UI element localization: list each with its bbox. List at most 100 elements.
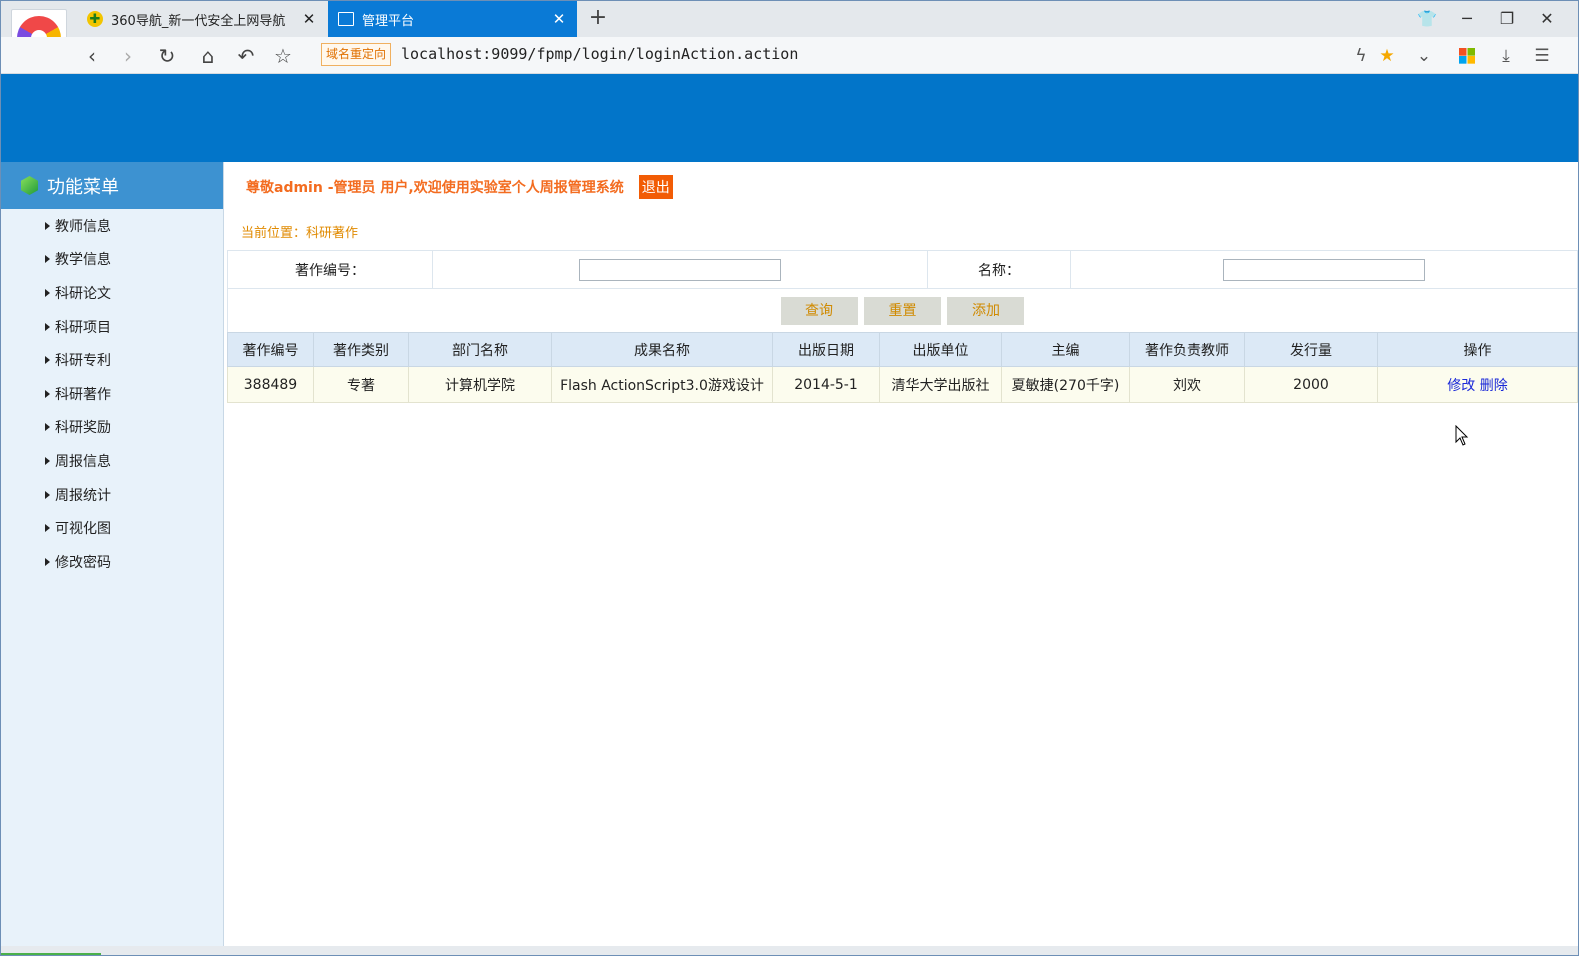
query-button[interactable]: 查询 xyxy=(780,296,858,325)
sidebar-item-label: 修改密码 xyxy=(55,554,111,571)
table-cell: 专著 xyxy=(313,366,409,403)
button-row: 查询 重置 添加 xyxy=(227,288,1578,333)
arrow-right-icon xyxy=(45,356,50,365)
chevron-down-icon[interactable]: ⌄ xyxy=(1411,43,1437,69)
column-header: 操作 xyxy=(1377,332,1578,367)
mouse-cursor-icon xyxy=(1455,425,1469,446)
delete-link[interactable]: 删除 xyxy=(1480,378,1508,394)
tab-title: 管理平台 xyxy=(362,13,415,29)
bookmark-star-icon[interactable]: ★ xyxy=(1374,43,1400,69)
column-header: 出版日期 xyxy=(772,332,880,367)
sidebar: 功能菜单 教师信息 教学信息 科研论文 科研项目 科研专利 科研著作 科研奖励 … xyxy=(1,162,224,946)
undo-icon[interactable]: ↶ xyxy=(232,42,260,70)
name-cell xyxy=(1070,250,1578,289)
name-input[interactable] xyxy=(1223,258,1425,281)
table-cell: Flash ActionScript3.0游戏设计 xyxy=(551,366,773,403)
arrow-right-icon xyxy=(45,456,50,465)
address-toolbar: ‹ › ↻ ⌂ ↶ ☆ 域名重定向 localhost:9099/fpmp/lo… xyxy=(1,37,1578,74)
table-cell: 清华大学出版社 xyxy=(879,366,1002,403)
sidebar-item-research-papers[interactable]: 科研论文 xyxy=(1,276,223,310)
sidebar-item-weekly-report-info[interactable]: 周报信息 xyxy=(1,444,223,478)
welcome-text: 尊敬admin -管理员 用户,欢迎使用实验室个人周报管理系统 xyxy=(246,180,624,196)
table-cell: 计算机学院 xyxy=(408,366,552,403)
domain-redirect-badge[interactable]: 域名重定向 xyxy=(321,43,392,66)
cube-icon xyxy=(21,176,38,195)
table-cell: 夏敏捷(270千字) xyxy=(1001,366,1130,403)
page-header-banner xyxy=(1,74,1578,162)
main-content: 尊敬admin -管理员 用户,欢迎使用实验室个人周报管理系统 退出 当前位置：… xyxy=(225,162,1578,946)
tab-admin-platform[interactable]: 管理平台 ✕ xyxy=(328,1,577,37)
sidebar-item-label: 教学信息 xyxy=(55,252,111,269)
arrow-right-icon xyxy=(45,490,50,499)
favorite-star-icon[interactable]: ☆ xyxy=(269,42,297,70)
arrow-right-icon xyxy=(45,524,50,533)
sidebar-item-label: 科研项目 xyxy=(55,319,111,336)
download-icon[interactable]: ⤓ xyxy=(1493,43,1519,69)
sidebar-item-teacher-info[interactable]: 教师信息 xyxy=(1,209,223,243)
works-table: 著作编号 著作类别 部门名称 成果名称 出版日期 出版单位 主编 著作负责教师 … xyxy=(227,332,1578,403)
back-icon[interactable]: ‹ xyxy=(78,42,106,70)
refresh-icon[interactable]: ↻ xyxy=(153,42,181,70)
nav360-icon: ✚ xyxy=(87,11,103,27)
column-header: 部门名称 xyxy=(408,332,552,367)
arrow-right-icon xyxy=(45,221,50,230)
table-cell: 388489 xyxy=(227,366,314,403)
sidebar-item-change-password[interactable]: 修改密码 xyxy=(1,545,223,579)
status-bar xyxy=(1,946,1578,955)
arrow-right-icon xyxy=(45,389,50,398)
document-icon xyxy=(338,12,354,26)
arrow-right-icon xyxy=(45,288,50,297)
sidebar-title-text: 功能菜单 xyxy=(47,176,119,198)
tab-close-icon[interactable]: ✕ xyxy=(301,10,317,28)
sidebar-item-label: 科研专利 xyxy=(55,353,111,370)
sidebar-item-research-projects[interactable]: 科研项目 xyxy=(1,310,223,344)
sidebar-item-label: 教师信息 xyxy=(55,218,111,235)
new-tab-button[interactable]: + xyxy=(586,5,610,33)
add-button[interactable]: 添加 xyxy=(947,296,1025,325)
arrow-right-icon xyxy=(45,322,50,331)
sidebar-item-label: 周报信息 xyxy=(55,453,111,470)
tab-title: 360导航_新一代安全上网导航 xyxy=(111,13,286,29)
edit-link[interactable]: 修改 xyxy=(1447,378,1475,394)
sidebar-item-weekly-report-stats[interactable]: 周报统计 xyxy=(1,478,223,512)
restore-button[interactable]: ❐ xyxy=(1494,7,1520,31)
tab-360-nav[interactable]: ✚ 360导航_新一代安全上网导航 ✕ xyxy=(77,1,327,37)
home-icon[interactable]: ⌂ xyxy=(194,42,222,70)
column-header: 成果名称 xyxy=(551,332,773,367)
arrow-right-icon xyxy=(45,255,50,264)
lightning-icon[interactable]: ϟ xyxy=(1348,43,1374,69)
url-input[interactable]: localhost:9099/fpmp/login/loginAction.ac… xyxy=(401,45,798,63)
reset-button[interactable]: 重置 xyxy=(864,296,941,325)
name-label: 名称： xyxy=(927,250,1071,289)
table-header-row: 著作编号 著作类别 部门名称 成果名称 出版日期 出版单位 主编 著作负责教师 … xyxy=(227,332,1578,367)
sidebar-item-research-works[interactable]: 科研著作 xyxy=(1,377,223,411)
table-cell: 2000 xyxy=(1244,366,1378,403)
loading-progress xyxy=(1,953,101,955)
table-cell: 刘欢 xyxy=(1129,366,1245,403)
column-header: 出版单位 xyxy=(879,332,1002,367)
sidebar-item-visualization[interactable]: 可视化图 xyxy=(1,511,223,545)
sidebar-title: 功能菜单 xyxy=(1,162,223,209)
sidebar-menu: 教师信息 教学信息 科研论文 科研项目 科研专利 科研著作 科研奖励 周报信息 … xyxy=(1,209,223,579)
actions-cell: 修改 删除 xyxy=(1377,366,1578,403)
search-form: 著作编号： 名称： 查询 重置 添加 xyxy=(227,250,1578,333)
tab-close-icon[interactable]: ✕ xyxy=(551,10,567,28)
arrow-right-icon xyxy=(45,557,50,566)
apps-grid-icon[interactable] xyxy=(1454,43,1480,69)
logout-button[interactable]: 退出 xyxy=(638,175,673,199)
minimize-button[interactable]: ─ xyxy=(1454,7,1480,31)
sidebar-item-teaching-info[interactable]: 教学信息 xyxy=(1,243,223,277)
column-header: 著作负责教师 xyxy=(1129,332,1245,367)
sidebar-item-research-patents[interactable]: 科研专利 xyxy=(1,343,223,377)
column-header: 发行量 xyxy=(1244,332,1378,367)
work-code-input[interactable] xyxy=(579,258,781,281)
tab-bar: ✚ 360导航_新一代安全上网导航 ✕ 管理平台 ✕ + 👕 ─ ❐ ✕ xyxy=(1,1,1578,67)
forward-icon[interactable]: › xyxy=(114,42,142,70)
arrow-right-icon xyxy=(45,423,50,432)
table-cell: 2014-5-1 xyxy=(772,366,880,403)
close-window-button[interactable]: ✕ xyxy=(1534,7,1560,31)
work-code-label: 著作编号： xyxy=(227,250,433,289)
sidebar-item-research-awards[interactable]: 科研奖励 xyxy=(1,411,223,445)
skin-icon[interactable]: 👕 xyxy=(1414,7,1440,31)
menu-icon[interactable]: ☰ xyxy=(1529,43,1555,69)
